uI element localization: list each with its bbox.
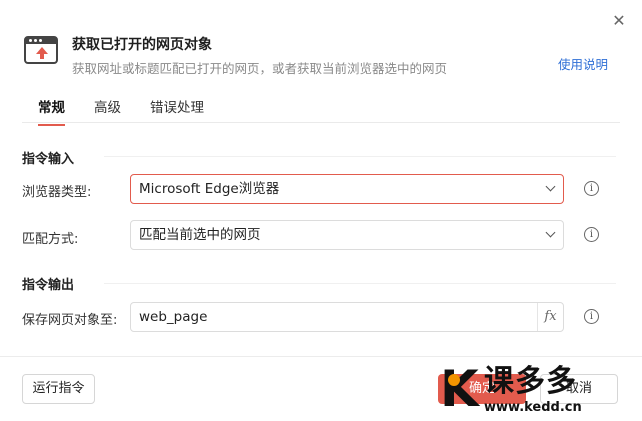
browser-type-select[interactable]: Microsoft Edge浏览器 bbox=[130, 174, 564, 204]
section-divider bbox=[104, 283, 616, 284]
output-section-title: 指令输出 bbox=[22, 278, 75, 293]
run-command-button[interactable]: 运行指令 bbox=[22, 374, 95, 404]
dialog-title: 获取已打开的网页对象 bbox=[72, 37, 212, 53]
browser-type-value: Microsoft Edge浏览器 bbox=[139, 181, 280, 197]
tab-error-handling[interactable]: 错误处理 bbox=[150, 96, 204, 124]
section-divider bbox=[104, 156, 616, 157]
browser-type-label: 浏览器类型: bbox=[22, 185, 92, 200]
info-icon[interactable]: i bbox=[584, 309, 599, 324]
watermark-dot bbox=[448, 374, 460, 386]
input-section-title: 指令输入 bbox=[22, 152, 75, 167]
dialog-header: 获取已打开的网页对象 获取网址或标题匹配已打开的网页，或者获取当前浏览器选中的网… bbox=[24, 32, 618, 76]
save-web-object-label: 保存网页对象至: bbox=[22, 313, 118, 328]
match-mode-value: 匹配当前选中的网页 bbox=[139, 227, 261, 243]
dialog-subtitle: 获取网址或标题匹配已打开的网页，或者获取当前浏览器选中的网页 bbox=[72, 61, 448, 76]
watermark-url: www.kedd.cn bbox=[484, 400, 582, 415]
tab-advanced[interactable]: 高级 bbox=[94, 96, 121, 124]
info-icon[interactable]: i bbox=[584, 227, 599, 242]
close-icon[interactable]: ✕ bbox=[610, 12, 628, 30]
chevron-down-icon bbox=[545, 227, 556, 238]
watermark-letter: K bbox=[440, 360, 479, 418]
match-mode-label: 匹配方式: bbox=[22, 232, 79, 247]
fx-icon[interactable]: fx bbox=[537, 303, 563, 331]
save-web-object-input[interactable]: web_page fx bbox=[130, 302, 564, 332]
save-web-object-value: web_page bbox=[139, 309, 208, 325]
browser-upload-icon bbox=[24, 36, 58, 64]
tab-bar: 常规 高级 错误处理 bbox=[22, 96, 620, 126]
chevron-down-icon bbox=[545, 181, 556, 192]
watermark-logo: K 课多多 www.kedd.cn bbox=[440, 362, 640, 420]
info-icon[interactable]: i bbox=[584, 181, 599, 196]
watermark-brand: 课多多 bbox=[484, 364, 577, 399]
help-link[interactable]: 使用说明 bbox=[558, 54, 608, 73]
tab-general[interactable]: 常规 bbox=[38, 96, 65, 126]
match-mode-select[interactable]: 匹配当前选中的网页 bbox=[130, 220, 564, 250]
